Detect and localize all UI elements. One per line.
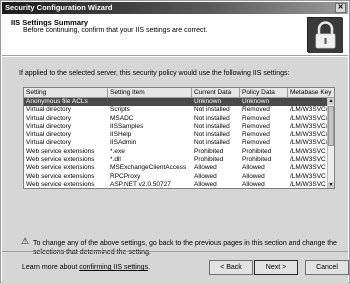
close-button[interactable]: ✕ [335,3,346,13]
warning-triangle-icon: ⚠ [21,236,30,246]
table-cell: Unknown [242,98,270,105]
table-row[interactable]: Virtual directory IISHelp Not installed Rem… [24,131,329,139]
table-row[interactable]: Web service extensions MSExchangeClientAc… [24,164,329,172]
table-cell: /LM/W3SVC/1... [290,139,329,147]
table-cell: *.exe [110,147,125,155]
table-cell: Allowed [194,180,217,188]
table-cell: Allowed [242,164,265,172]
table-cell: Web service extensions [26,180,95,188]
table-cell: Scripts [110,106,130,114]
table-cell: Not installed [194,139,230,147]
table-cell: Web service extensions [26,164,95,172]
table-cell: Virtual directory [26,139,72,147]
table-cell: /LM/W3SVC/1... [290,122,329,130]
window-title: Security Configuration Wizard [5,3,113,12]
wizard-header: IIS Settings Summary Before continuing, … [2,14,348,56]
table-row[interactable]: Virtual directory MSADC Not installed Remov… [24,115,329,123]
table-cell: Web service extensions [26,147,95,155]
table-cell: MSADC [110,114,134,122]
table-cell: Not installed [194,131,230,139]
learn-more-line: Learn more about confirming IIS settings… [22,264,150,271]
table-cell: Removed [242,131,270,139]
table-row[interactable]: Virtual directory IISAdmin Not installed Re… [24,139,329,147]
table-cell: Prohibited [242,156,272,164]
column-header-metabase-key[interactable]: Metabase Key [288,88,334,98]
table-cell: Allowed [194,172,217,180]
table-row[interactable]: Web service extensions *.dll Prohibited Pro… [24,156,329,164]
table-cell: Virtual directory [26,106,72,114]
table-cell: Allowed [242,172,265,180]
table-row[interactable]: Web service extensions ASP.NET v2.0.50727… [24,180,329,188]
button-divider [2,251,348,252]
intro-text: If applied to the selected server, this … [19,70,290,77]
scroll-down-icon[interactable]: ▼ [328,182,334,188]
table-cell: Unknown [194,98,222,105]
list-header: Setting Setting Item Current Data Policy… [24,88,334,98]
table-cell: IISHelp [110,131,132,139]
table-cell: Virtual directory [26,122,72,130]
table-cell: Virtual directory [26,114,72,122]
table-cell: Removed [242,139,270,147]
table-cell: /LM/W3SVC [290,172,326,180]
table-cell: /LM/W3SVC [290,180,326,188]
table-cell: Not installed [194,122,230,130]
cancel-button[interactable]: Cancel [305,260,349,275]
table-cell: Removed [242,114,270,122]
learn-more-prefix: Learn more about [22,264,80,271]
list-rows: Anonymous file ACLs Unknown Unknown Virtual… [24,98,329,188]
table-cell: Prohibited [242,147,272,155]
learn-more-suffix: . [148,264,151,271]
table-cell: Anonymous file ACLs [26,98,88,105]
table-cell: Allowed [242,180,265,188]
table-cell: Prohibited [194,147,224,155]
table-cell: ASP.NET v2.0.50727 [110,180,171,188]
table-cell: /LM/W3SVC/1... [290,131,329,139]
confirming-iis-settings-link[interactable]: confirming IIS settings [79,264,148,271]
vertical-scrollbar[interactable]: ▲ ▼ [327,98,334,188]
column-header-setting-item[interactable]: Setting Item [108,88,192,98]
table-cell: *.dll [110,156,121,164]
next-button[interactable]: Next > [254,260,298,275]
table-row[interactable]: Web service extensions *.exe Prohibited Pro… [24,148,329,156]
table-cell: /LM/W3SVC/1... [290,106,329,114]
table-cell: /LM/W3SVC [290,147,326,155]
table-row[interactable]: Virtual directory Scripts Not installed Rem… [24,106,329,114]
settings-list[interactable]: Setting Setting Item Current Data Policy… [23,87,335,189]
column-header-policy-data[interactable]: Policy Data [240,88,288,98]
title-bar: Security Configuration Wizard ✕ [2,2,348,14]
table-cell: /LM/W3SVC [290,156,326,164]
page-title: IIS Settings Summary [11,18,89,27]
table-cell: Not installed [194,114,230,122]
wizard-window: Security Configuration Wizard ✕ IIS Sett… [0,0,350,283]
table-cell: Virtual directory [26,131,72,139]
table-cell: MSExchangeClientAccess [110,164,187,172]
column-header-setting[interactable]: Setting [24,88,108,98]
table-cell: Prohibited [194,156,224,164]
lock-icon [307,17,343,53]
table-cell: Removed [242,106,270,114]
scroll-thumb[interactable] [328,106,334,146]
column-header-current-data[interactable]: Current Data [192,88,240,98]
table-row[interactable]: Web service extensions RPCProxy Allowed All… [24,173,329,181]
back-button[interactable]: < Back [209,260,253,275]
wizard-body: If applied to the selected server, this … [2,57,348,283]
table-cell: Web service extensions [26,172,95,180]
table-cell: Web service extensions [26,156,95,164]
table-cell: Removed [242,122,270,130]
warning-text: To change any of the above settings, go … [33,240,337,256]
table-cell: /LM/W3SVC/1... [290,114,329,122]
table-cell: IISSamples [110,122,144,130]
table-cell: RPCProxy [110,172,141,180]
scroll-up-icon[interactable]: ▲ [328,98,334,105]
table-row[interactable]: Anonymous file ACLs Unknown Unknown [24,98,329,107]
table-cell: /LM/W3SVC [290,164,326,172]
table-cell: Allowed [194,164,217,172]
table-cell: IISAdmin [110,139,137,147]
table-row[interactable]: Virtual directory IISSamples Not installed… [24,123,329,131]
table-cell: Not installed [194,106,230,114]
page-subtitle: Before continuing, confirm that your IIS… [23,27,208,34]
